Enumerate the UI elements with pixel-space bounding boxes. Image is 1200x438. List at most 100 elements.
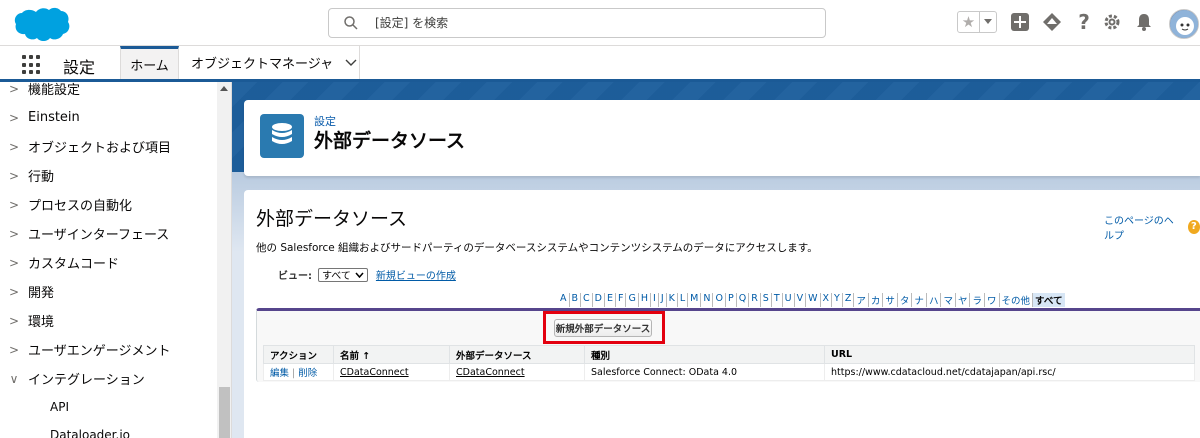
- sidebar-item-user-engagement[interactable]: > ユーザエンゲージメント: [0, 335, 216, 364]
- add-button[interactable]: [1009, 11, 1031, 33]
- alpha-filter-item[interactable]: O: [713, 293, 726, 307]
- column-header-url[interactable]: URL: [824, 345, 1195, 364]
- alpha-filter-item[interactable]: W: [806, 293, 821, 307]
- alpha-filter-item[interactable]: その他: [1000, 293, 1034, 307]
- tab-home-label: ホーム: [130, 58, 169, 74]
- alpha-filter-item[interactable]: D: [593, 293, 605, 307]
- favorites-dropdown-button[interactable]: [980, 12, 996, 32]
- sidebar-item-custom-code[interactable]: > カスタムコード: [0, 248, 216, 277]
- tab-object-manager[interactable]: オブジェクトマネージャ: [180, 46, 360, 79]
- alpha-filter-item[interactable]: M: [688, 293, 702, 307]
- external-data-source-table: アクション 名前 ↑ 外部データソース 種別 URL 編集 | 削除 CData…: [263, 345, 1195, 381]
- search-input[interactable]: [375, 13, 805, 33]
- avatar[interactable]: [1169, 9, 1199, 39]
- sidebar-item-environments[interactable]: > 環境: [0, 306, 216, 335]
- alpha-filter-item[interactable]: V: [795, 293, 807, 307]
- context-bar: 設定 ホーム オブジェクトマネージャ: [0, 46, 1200, 82]
- alpha-filter-item[interactable]: R: [749, 293, 761, 307]
- column-header-name[interactable]: 名前 ↑: [333, 345, 450, 364]
- favorites-star-icon[interactable]: ★: [958, 12, 980, 32]
- sidebar-item-user-interface[interactable]: > ユーザインターフェース: [0, 219, 216, 248]
- list-block: 新規外部データソース アクション 名前 ↑ 外部データソース 種別 URL 編集: [256, 308, 1200, 382]
- chevron-right-icon: >: [8, 82, 20, 96]
- view-select-value: すべて: [322, 271, 351, 282]
- row-actions: 編集 | 削除: [263, 363, 334, 381]
- content-card: 外部データソース このページのヘルプ ? 他の Salesforce 組織および…: [244, 190, 1200, 438]
- alpha-filter-item[interactable]: C: [581, 293, 593, 307]
- alpha-filter-item[interactable]: X: [821, 293, 833, 307]
- alpha-filter-item[interactable]: E: [605, 293, 617, 307]
- external-source-link[interactable]: CDataConnect: [456, 367, 525, 378]
- action-separator: |: [292, 368, 296, 379]
- alpha-filter-item[interactable]: G: [626, 293, 639, 307]
- search-box[interactable]: [328, 8, 826, 38]
- alpha-filter-item[interactable]: F: [616, 293, 627, 307]
- alpha-filter-item[interactable]: ナ: [912, 293, 927, 307]
- column-header-external-source[interactable]: 外部データソース: [449, 345, 585, 364]
- chevron-right-icon: >: [8, 255, 20, 270]
- app-launcher-icon[interactable]: [22, 55, 42, 75]
- trailhead-button[interactable]: [1041, 11, 1063, 33]
- alpha-filter-item[interactable]: Y: [832, 293, 843, 307]
- alpha-filter-item[interactable]: ヤ: [956, 293, 971, 307]
- alpha-filter-item[interactable]: カ: [869, 293, 884, 307]
- help-link[interactable]: このページのヘルプ ?: [1104, 212, 1200, 242]
- alpha-filter-item[interactable]: J: [659, 293, 667, 307]
- alpha-filter-item[interactable]: T: [772, 293, 783, 307]
- alpha-filter-item[interactable]: B: [570, 293, 582, 307]
- sidebar-item-feature-settings[interactable]: > 機能設定: [0, 82, 216, 103]
- alpha-filter-item[interactable]: タ: [898, 293, 913, 307]
- alpha-filter-item[interactable]: U: [783, 293, 795, 307]
- chevron-down-icon[interactable]: [345, 59, 357, 67]
- new-external-data-source-button[interactable]: 新規外部データソース: [554, 319, 652, 337]
- tab-home[interactable]: ホーム: [120, 46, 179, 79]
- alpha-filter-item[interactable]: サ: [883, 293, 898, 307]
- alpha-filter-item[interactable]: P: [726, 293, 737, 307]
- sidebar-item-process-automation[interactable]: > プロセスの自動化: [0, 190, 216, 219]
- sidebar-item-development[interactable]: > 開発: [0, 277, 216, 306]
- alpha-filter-item[interactable]: H: [639, 293, 652, 307]
- alpha-filter-item[interactable]: S: [761, 293, 772, 307]
- sidebar-item-events[interactable]: > 行動: [0, 161, 216, 190]
- scrollbar-thumb[interactable]: [219, 387, 230, 438]
- sidebar-item-label: 機能設定: [28, 83, 81, 98]
- app-name: 設定: [63, 58, 96, 77]
- alpha-filter-item[interactable]: Q: [737, 293, 750, 307]
- sidebar-item-einstein[interactable]: > Einstein: [0, 103, 216, 132]
- scroll-up-arrow-icon[interactable]: [220, 86, 228, 91]
- alpha-filter-item[interactable]: N: [701, 293, 714, 307]
- trailhead-icon: [1043, 13, 1061, 31]
- row-type: Salesforce Connect: OData 4.0: [584, 363, 825, 381]
- row-external-source: CDataConnect: [449, 363, 585, 381]
- column-header-type[interactable]: 種別: [584, 345, 825, 364]
- alpha-filter-item[interactable]: ワ: [985, 293, 1000, 307]
- notifications-button[interactable]: [1133, 11, 1155, 33]
- sidebar-item-objects-fields[interactable]: > オブジェクトおよび項目: [0, 132, 216, 161]
- view-select[interactable]: すべて: [318, 267, 368, 282]
- setup-button[interactable]: [1101, 11, 1123, 33]
- chevron-down-icon: [984, 19, 992, 24]
- chevron-down-icon: ∨: [9, 371, 19, 386]
- alpha-filter-item[interactable]: A: [558, 293, 570, 307]
- sidebar-item-integrations[interactable]: ∨ インテグレーション: [0, 364, 216, 393]
- alpha-filter-item[interactable]: ア: [854, 293, 869, 307]
- help-icon[interactable]: ?: [1073, 10, 1095, 34]
- new-view-link[interactable]: 新規ビューの作成: [376, 267, 456, 282]
- alpha-filter-item[interactable]: Z: [843, 293, 855, 307]
- edit-link[interactable]: 編集: [270, 368, 289, 379]
- alpha-filter-item-selected[interactable]: すべて: [1033, 293, 1065, 307]
- delete-link[interactable]: 削除: [298, 368, 317, 379]
- name-link[interactable]: CDataConnect: [340, 367, 409, 378]
- sidebar-child-dataloader[interactable]: Dataloader.io: [50, 428, 130, 438]
- sidebar-child-api[interactable]: API: [50, 400, 69, 414]
- alpha-filter-item[interactable]: ハ: [927, 293, 942, 307]
- alpha-filter-item[interactable]: L: [678, 293, 689, 307]
- alpha-filter-item[interactable]: I: [651, 293, 659, 307]
- sidebar-item-label: ユーザエンゲージメント: [28, 344, 171, 359]
- sidebar-scrollbar[interactable]: [217, 82, 231, 438]
- alpha-filter-item[interactable]: マ: [941, 293, 956, 307]
- salesforce-cloud-logo[interactable]: [12, 6, 70, 42]
- sidebar-item-label: カスタムコード: [28, 257, 120, 272]
- alpha-filter-item[interactable]: ラ: [970, 293, 985, 307]
- alpha-filter-item[interactable]: K: [667, 293, 678, 307]
